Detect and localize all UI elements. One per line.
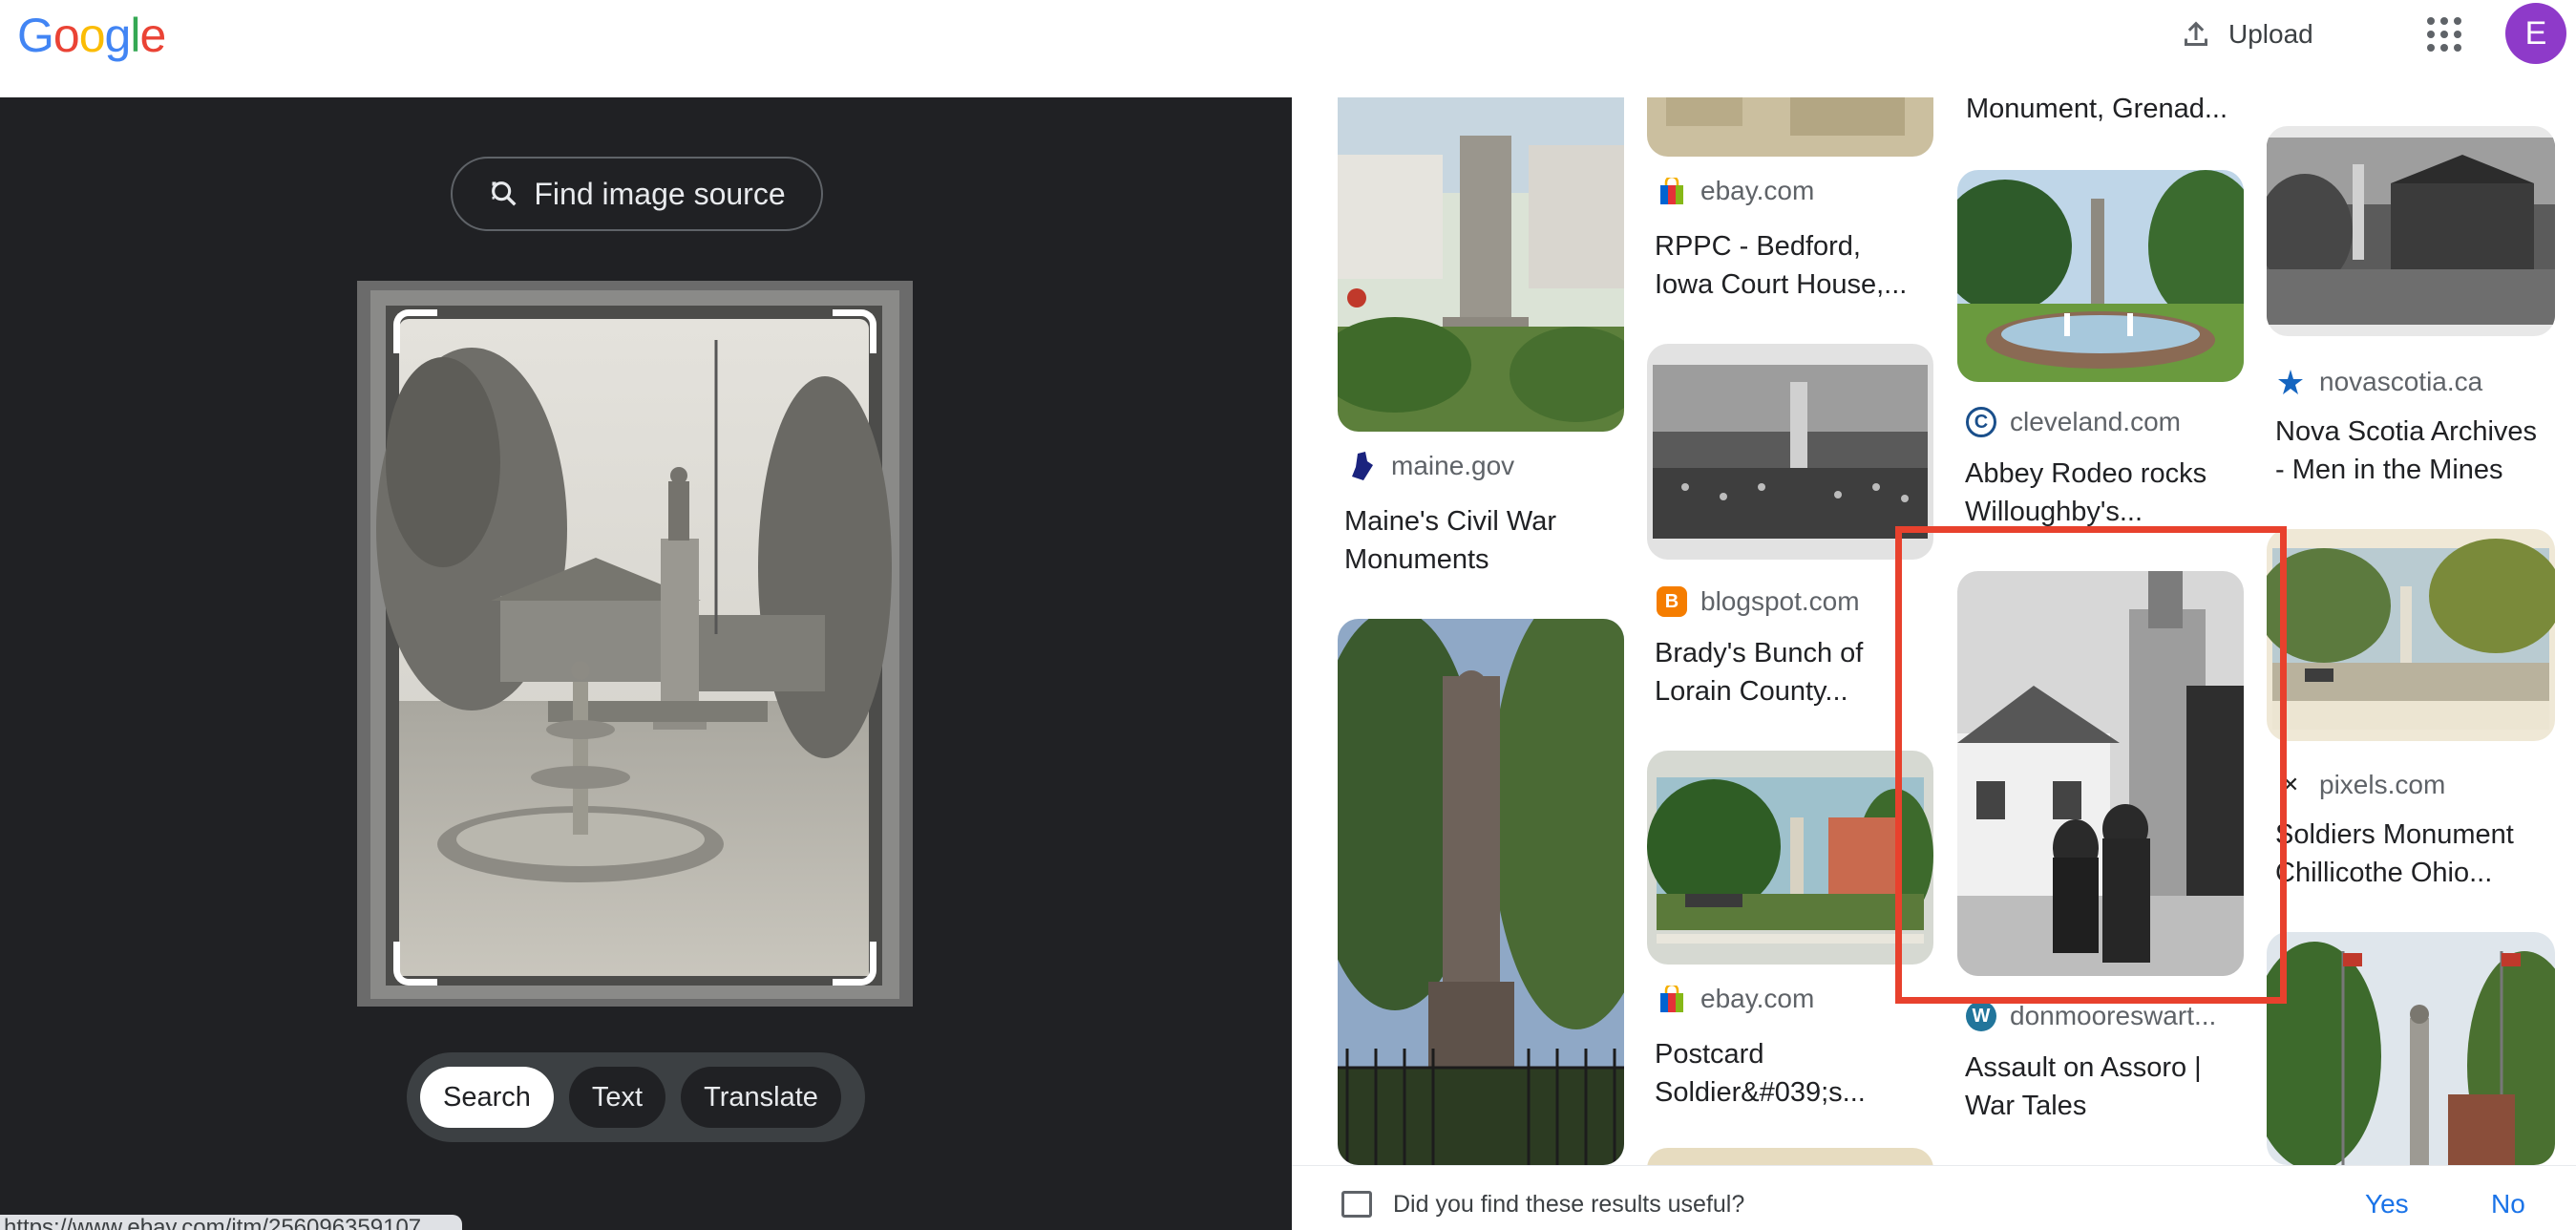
result-source[interactable]: C cleveland.com bbox=[1966, 407, 2181, 437]
crop-handle-bottom-right[interactable] bbox=[833, 942, 876, 986]
logo-letter: l bbox=[130, 9, 140, 62]
result-thumbnail[interactable] bbox=[1647, 97, 1933, 157]
translate-mode-tab[interactable]: Translate bbox=[681, 1067, 841, 1128]
result-title[interactable]: Postcard Soldier&#039;s... bbox=[1655, 1035, 1941, 1112]
cleveland-icon: C bbox=[1966, 407, 1996, 437]
result-title-line: RPPC - Bedford, bbox=[1655, 231, 1861, 262]
result-title-line: Nova Scotia Archives bbox=[2275, 416, 2538, 447]
feedback-question: Did you find these results useful? bbox=[1393, 1191, 1745, 1218]
query-image[interactable] bbox=[357, 281, 913, 1007]
result-thumbnail[interactable] bbox=[2267, 126, 2555, 336]
result-title-line: Willoughby's... bbox=[1965, 497, 2143, 527]
result-source[interactable]: novascotia.ca bbox=[2275, 367, 2482, 397]
result-title-line: Maine's Civil War bbox=[1344, 506, 1556, 537]
result-title[interactable]: Monument, Grenad... bbox=[1966, 97, 2252, 128]
result-title-line: Monument, Grenad... bbox=[1966, 97, 2228, 124]
status-bar-url: https://www.ebay.com/itm/256096359107 bbox=[0, 1215, 462, 1230]
result-title[interactable]: Soldiers Monument Chillicothe Ohio... bbox=[2275, 816, 2571, 892]
result-source[interactable]: ✕ pixels.com bbox=[2275, 770, 2445, 800]
logo-letter: o bbox=[53, 9, 80, 62]
result-source[interactable]: B blogspot.com bbox=[1657, 586, 1860, 617]
result-title-line: Soldiers Monument bbox=[2275, 819, 2514, 850]
result-source[interactable]: maine.gov bbox=[1347, 451, 1514, 481]
result-source[interactable]: ebay.com bbox=[1657, 176, 1814, 206]
google-apps-icon[interactable] bbox=[2427, 17, 2461, 52]
result-source[interactable]: W donmooreswart... bbox=[1966, 1001, 2216, 1031]
blogger-icon: B bbox=[1657, 586, 1687, 617]
result-title[interactable]: RPPC - Bedford, Iowa Court House,... bbox=[1655, 227, 1941, 304]
logo-letter: g bbox=[104, 9, 132, 62]
maine-icon bbox=[1347, 451, 1378, 481]
result-title-line: Iowa Court House,... bbox=[1655, 269, 1908, 300]
result-title-line: Monuments bbox=[1344, 544, 1489, 575]
result-title-line: Assault on Assoro | bbox=[1965, 1052, 2202, 1083]
upload-label: Upload bbox=[2228, 19, 2313, 49]
source-domain: ebay.com bbox=[1700, 176, 1815, 205]
logo-letter: G bbox=[17, 9, 54, 62]
crop-handle-top-right[interactable] bbox=[833, 309, 876, 353]
result-title[interactable]: Abbey Rodeo rocks Willoughby's... bbox=[1965, 455, 2251, 531]
feedback-icon bbox=[1341, 1191, 1372, 1218]
source-domain: maine.gov bbox=[1391, 451, 1515, 480]
result-title-line: - Men in the Mines bbox=[2275, 455, 2503, 485]
result-thumbnail[interactable] bbox=[1957, 170, 2244, 382]
selection-highlight-box bbox=[1895, 526, 2287, 1004]
top-header: Google Upload E bbox=[0, 0, 2576, 97]
text-mode-tab[interactable]: Text bbox=[568, 1067, 666, 1128]
result-title-line: Abbey Rodeo rocks bbox=[1965, 458, 2207, 489]
search-mode-tab[interactable]: Search bbox=[420, 1067, 554, 1128]
google-logo[interactable]: Google bbox=[17, 8, 166, 63]
account-avatar[interactable]: E bbox=[2505, 3, 2566, 64]
wordpress-icon: W bbox=[1966, 1001, 1996, 1031]
crop-handle-bottom-left[interactable] bbox=[393, 942, 437, 986]
result-title[interactable]: Nova Scotia Archives - Men in the Mines bbox=[2275, 413, 2571, 489]
result-title-line: Postcard bbox=[1655, 1039, 1764, 1070]
result-thumbnail[interactable] bbox=[1338, 619, 1624, 1165]
novascotia-icon bbox=[2275, 367, 2306, 397]
crop-handle-top-left[interactable] bbox=[393, 309, 437, 353]
result-thumbnail[interactable] bbox=[2267, 529, 2555, 741]
result-thumbnail[interactable] bbox=[1647, 1148, 1933, 1165]
result-source[interactable]: ebay.com bbox=[1657, 984, 1814, 1014]
ebay-icon bbox=[1657, 984, 1687, 1014]
result-thumbnail[interactable] bbox=[1647, 751, 1933, 965]
source-domain: pixels.com bbox=[2319, 770, 2446, 799]
ebay-icon bbox=[1657, 176, 1687, 206]
source-domain: donmooreswart... bbox=[2010, 1001, 2217, 1030]
result-thumbnail[interactable] bbox=[1647, 344, 1933, 560]
result-title-line: War Tales bbox=[1965, 1091, 2087, 1121]
query-photo bbox=[357, 281, 913, 1007]
result-thumbnail[interactable] bbox=[1338, 97, 1624, 432]
find-image-source-button[interactable]: Find image source bbox=[451, 157, 823, 231]
upload-button[interactable]: Upload bbox=[2179, 13, 2313, 55]
logo-letter: o bbox=[78, 9, 106, 62]
feedback-bar: Did you find these results useful? Yes N… bbox=[1292, 1165, 2576, 1230]
result-title-line: Chillicothe Ohio... bbox=[2275, 858, 2493, 888]
lens-search-icon bbox=[492, 181, 517, 206]
source-domain: blogspot.com bbox=[1700, 586, 1860, 616]
feedback-no-link[interactable]: No bbox=[2491, 1189, 2525, 1219]
find-image-source-label: Find image source bbox=[534, 176, 786, 211]
source-domain: ebay.com bbox=[1700, 984, 1815, 1013]
lens-mode-switch: Search Text Translate bbox=[407, 1052, 865, 1142]
logo-letter: e bbox=[139, 9, 166, 62]
result-title-line: Soldier&#039;s... bbox=[1655, 1077, 1866, 1108]
query-panel: Find image source Search Text Translate bbox=[0, 97, 1292, 1230]
feedback-yes-link[interactable]: Yes bbox=[2365, 1189, 2409, 1219]
result-title[interactable]: Assault on Assoro | War Tales bbox=[1965, 1049, 2251, 1125]
google-lens-page: Google Upload E Find image source Search… bbox=[0, 0, 2576, 1230]
upload-icon bbox=[2185, 21, 2207, 46]
source-domain: cleveland.com bbox=[2010, 407, 2181, 436]
result-title[interactable]: Maine's Civil War Monuments bbox=[1344, 502, 1631, 579]
result-thumbnail[interactable] bbox=[2267, 932, 2555, 1165]
source-domain: novascotia.ca bbox=[2319, 367, 2483, 396]
